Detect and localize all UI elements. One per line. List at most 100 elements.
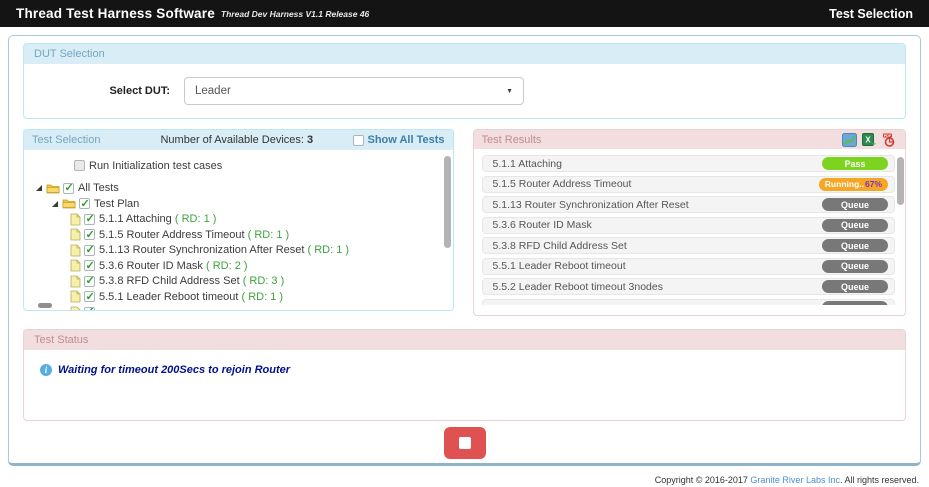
test-case-checkbox[interactable] xyxy=(84,245,95,256)
tree-item[interactable]: 5.1.5 Router Address Timeout ( RD: 1 ) xyxy=(24,227,453,242)
test-case-checkbox[interactable] xyxy=(84,229,95,240)
file-icon xyxy=(70,275,81,288)
test-plan-label[interactable]: Test Plan xyxy=(94,198,139,210)
available-devices-label: Number of Available Devices: xyxy=(160,134,303,146)
result-row: 5.1.5 Router Address Timeout Running..67… xyxy=(482,176,895,193)
app-version: Thread Dev Harness V1.1 Release 46 xyxy=(221,9,369,19)
status-badge: Queue xyxy=(822,219,888,232)
tree-node-all-tests[interactable]: All Tests xyxy=(24,181,453,196)
test-case-checkbox[interactable] xyxy=(84,214,95,225)
status-badge xyxy=(822,301,888,305)
all-tests-label[interactable]: All Tests xyxy=(78,182,119,194)
select-dut-label: Select DUT: xyxy=(24,85,184,97)
test-selection-header: Test Selection Number of Available Devic… xyxy=(24,130,453,150)
status-badge: Pass xyxy=(822,157,888,170)
test-case-name: 5.1.5 Router Address Timeout xyxy=(99,229,245,241)
file-icon xyxy=(70,244,81,257)
status-badge: Queue xyxy=(822,280,888,293)
test-results-list: 5.1.1 Attaching Pass 5.1.5 Router Addres… xyxy=(474,149,905,315)
test-case-label[interactable]: 5.5.1 Leader Reboot timeout ( RD: 1 ) xyxy=(99,291,283,303)
result-row: 5.1.1 Attaching Pass xyxy=(482,155,895,172)
tree-item-partial[interactable] xyxy=(24,305,453,311)
result-row: 5.1.13 Router Synchronization After Rese… xyxy=(482,196,895,213)
stop-button[interactable] xyxy=(444,427,486,459)
expand-triangle-icon[interactable] xyxy=(52,201,58,207)
pdf-export-icon[interactable]: PDF xyxy=(882,133,897,147)
result-row: 5.5.2 Leader Reboot timeout 3nodes Queue xyxy=(482,278,895,295)
test-case-name: 5.3.8 RFD Child Address Set xyxy=(99,275,240,287)
test-case-label[interactable]: 5.3.6 Router ID Mask ( RD: 2 ) xyxy=(99,260,248,272)
test-tree: Run Initialization test cases All Tests … xyxy=(24,150,453,310)
result-label: 5.1.1 Attaching xyxy=(493,158,562,170)
test-case-label[interactable]: 5.1.13 Router Synchronization After Rese… xyxy=(99,244,349,256)
tree-vertical-scrollbar[interactable] xyxy=(444,156,451,248)
test-status-body: i Waiting for timeout 200Secs to rejoin … xyxy=(24,350,905,420)
result-row: 5.5.1 Leader Reboot timeout Queue xyxy=(482,258,895,275)
run-init-checkbox[interactable] xyxy=(74,160,85,171)
test-case-checkbox[interactable] xyxy=(84,291,95,302)
test-case-checkbox[interactable] xyxy=(84,276,95,287)
chevron-down-icon: ▼ xyxy=(506,88,513,95)
test-case-name: 5.5.1 Leader Reboot timeout xyxy=(99,291,238,303)
available-devices-count: 3 xyxy=(307,134,313,146)
tree-item[interactable]: 5.1.13 Router Synchronization After Rese… xyxy=(24,243,453,258)
results-vertical-scrollbar[interactable] xyxy=(897,157,904,205)
result-row: 5.3.8 RFD Child Address Set Queue xyxy=(482,237,895,254)
result-row xyxy=(482,299,895,305)
status-badge: Running..67% xyxy=(819,178,888,191)
status-badge: Queue xyxy=(822,239,888,252)
all-tests-checkbox[interactable] xyxy=(63,183,74,194)
tree-item[interactable]: 5.5.1 Leader Reboot timeout ( RD: 1 ) xyxy=(24,289,453,304)
test-case-label[interactable]: 5.1.1 Attaching ( RD: 1 ) xyxy=(99,213,216,225)
tree-item[interactable]: 5.3.8 RFD Child Address Set ( RD: 3 ) xyxy=(24,274,453,289)
status-message: Waiting for timeout 200Secs to rejoin Ro… xyxy=(58,364,290,376)
excel-export-icon[interactable]: X xyxy=(862,133,877,147)
test-status-panel: Test Status i Waiting for timeout 200Sec… xyxy=(23,329,906,421)
app-header: Thread Test Harness Software Thread Dev … xyxy=(0,0,929,27)
status-badge: Queue xyxy=(822,260,888,273)
test-case-checkbox[interactable] xyxy=(84,307,95,311)
tree-horizontal-scrollbar[interactable] xyxy=(38,303,52,308)
dut-selection-header: DUT Selection xyxy=(24,44,905,64)
file-icon xyxy=(70,213,81,226)
info-icon: i xyxy=(40,364,52,376)
chart-icon[interactable] xyxy=(842,133,857,147)
tree-node-test-plan[interactable]: Test Plan xyxy=(24,196,453,211)
running-percent: 67% xyxy=(865,179,882,189)
show-all-tests-checkbox[interactable] xyxy=(353,135,364,146)
test-case-name: 5.1.13 Router Synchronization After Rese… xyxy=(99,244,304,256)
result-label: 5.5.1 Leader Reboot timeout xyxy=(493,260,626,272)
test-results-title: Test Results xyxy=(482,134,542,146)
test-case-name: 5.3.6 Router ID Mask xyxy=(99,260,203,272)
test-case-label[interactable]: 5.1.5 Router Address Timeout ( RD: 1 ) xyxy=(99,229,289,241)
main-container: DUT Selection Select DUT: Leader ▼ Test … xyxy=(8,35,921,466)
dut-dropdown-value: Leader xyxy=(195,85,231,97)
result-row: 5.3.6 Router ID Mask Queue xyxy=(482,217,895,234)
granite-river-labs-link[interactable]: Granite River Labs Inc xyxy=(750,475,840,485)
tree-item[interactable]: 5.3.6 Router ID Mask ( RD: 2 ) xyxy=(24,258,453,273)
current-page-title: Test Selection xyxy=(829,7,913,21)
dut-selection-body: Select DUT: Leader ▼ xyxy=(24,64,905,118)
dut-dropdown[interactable]: Leader ▼ xyxy=(184,77,524,105)
test-case-label[interactable]: 5.3.8 RFD Child Address Set ( RD: 3 ) xyxy=(99,275,284,287)
test-case-rd: ( RD: 1 ) xyxy=(242,291,284,303)
test-case-checkbox[interactable] xyxy=(84,260,95,271)
footer: Copyright © 2016-2017 Granite River Labs… xyxy=(0,466,929,485)
show-all-tests-toggle[interactable]: Show All Tests xyxy=(353,134,445,146)
expand-triangle-icon[interactable] xyxy=(36,185,42,191)
tree-item[interactable]: 5.1.1 Attaching ( RD: 1 ) xyxy=(24,212,453,227)
svg-text:X: X xyxy=(865,136,871,145)
run-init-label: Run Initialization test cases xyxy=(89,160,222,172)
test-case-rd: ( RD: 3 ) xyxy=(243,275,285,287)
result-label: 5.3.6 Router ID Mask xyxy=(493,219,592,231)
result-label: 5.3.8 RFD Child Address Set xyxy=(493,240,627,252)
file-icon xyxy=(70,228,81,241)
test-results-panel: Test Results X PDF 5.1.1 Attaching Pass … xyxy=(473,129,906,316)
test-plan-checkbox[interactable] xyxy=(79,198,90,209)
result-label: 5.1.5 Router Address Timeout xyxy=(493,178,632,190)
run-init-row[interactable]: Run Initialization test cases xyxy=(24,158,453,173)
test-selection-title: Test Selection xyxy=(32,134,100,146)
test-case-rd: ( RD: 1 ) xyxy=(308,244,350,256)
result-label: 5.1.13 Router Synchronization After Rese… xyxy=(493,199,689,211)
folder-icon xyxy=(62,198,76,209)
